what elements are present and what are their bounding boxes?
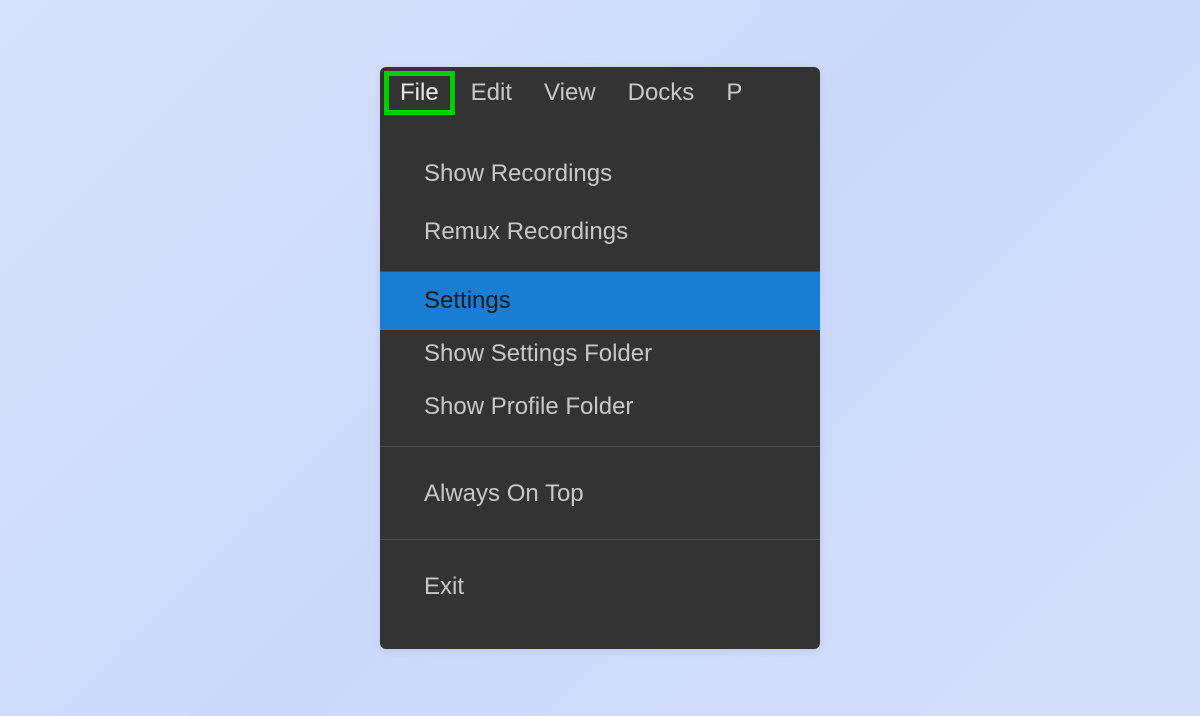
menu-item-show-recordings[interactable]: Show Recordings (380, 145, 820, 203)
app-window: File Edit View Docks P Show Recordings R… (380, 67, 820, 649)
menu-section-recordings: Show Recordings Remux Recordings (380, 119, 820, 272)
menubar-docks[interactable]: Docks (612, 71, 711, 115)
menubar: File Edit View Docks P (380, 67, 820, 119)
menu-section-window: Always On Top (380, 447, 820, 540)
menu-section-exit: Exit (380, 540, 820, 636)
menu-item-show-settings-folder[interactable]: Show Settings Folder (380, 330, 820, 378)
menu-section-settings: Settings Show Settings Folder Show Profi… (380, 272, 820, 447)
menubar-file[interactable]: File (384, 71, 455, 115)
menubar-view[interactable]: View (528, 71, 612, 115)
menu-item-always-on-top[interactable]: Always On Top (380, 465, 820, 523)
menu-item-settings[interactable]: Settings (380, 272, 820, 330)
menu-item-show-profile-folder[interactable]: Show Profile Folder (380, 378, 820, 436)
menubar-edit[interactable]: Edit (455, 71, 528, 115)
menubar-partial[interactable]: P (710, 71, 758, 115)
menu-item-exit[interactable]: Exit (380, 558, 820, 616)
menu-item-remux-recordings[interactable]: Remux Recordings (380, 203, 820, 261)
file-dropdown-menu: Show Recordings Remux Recordings Setting… (380, 119, 820, 649)
